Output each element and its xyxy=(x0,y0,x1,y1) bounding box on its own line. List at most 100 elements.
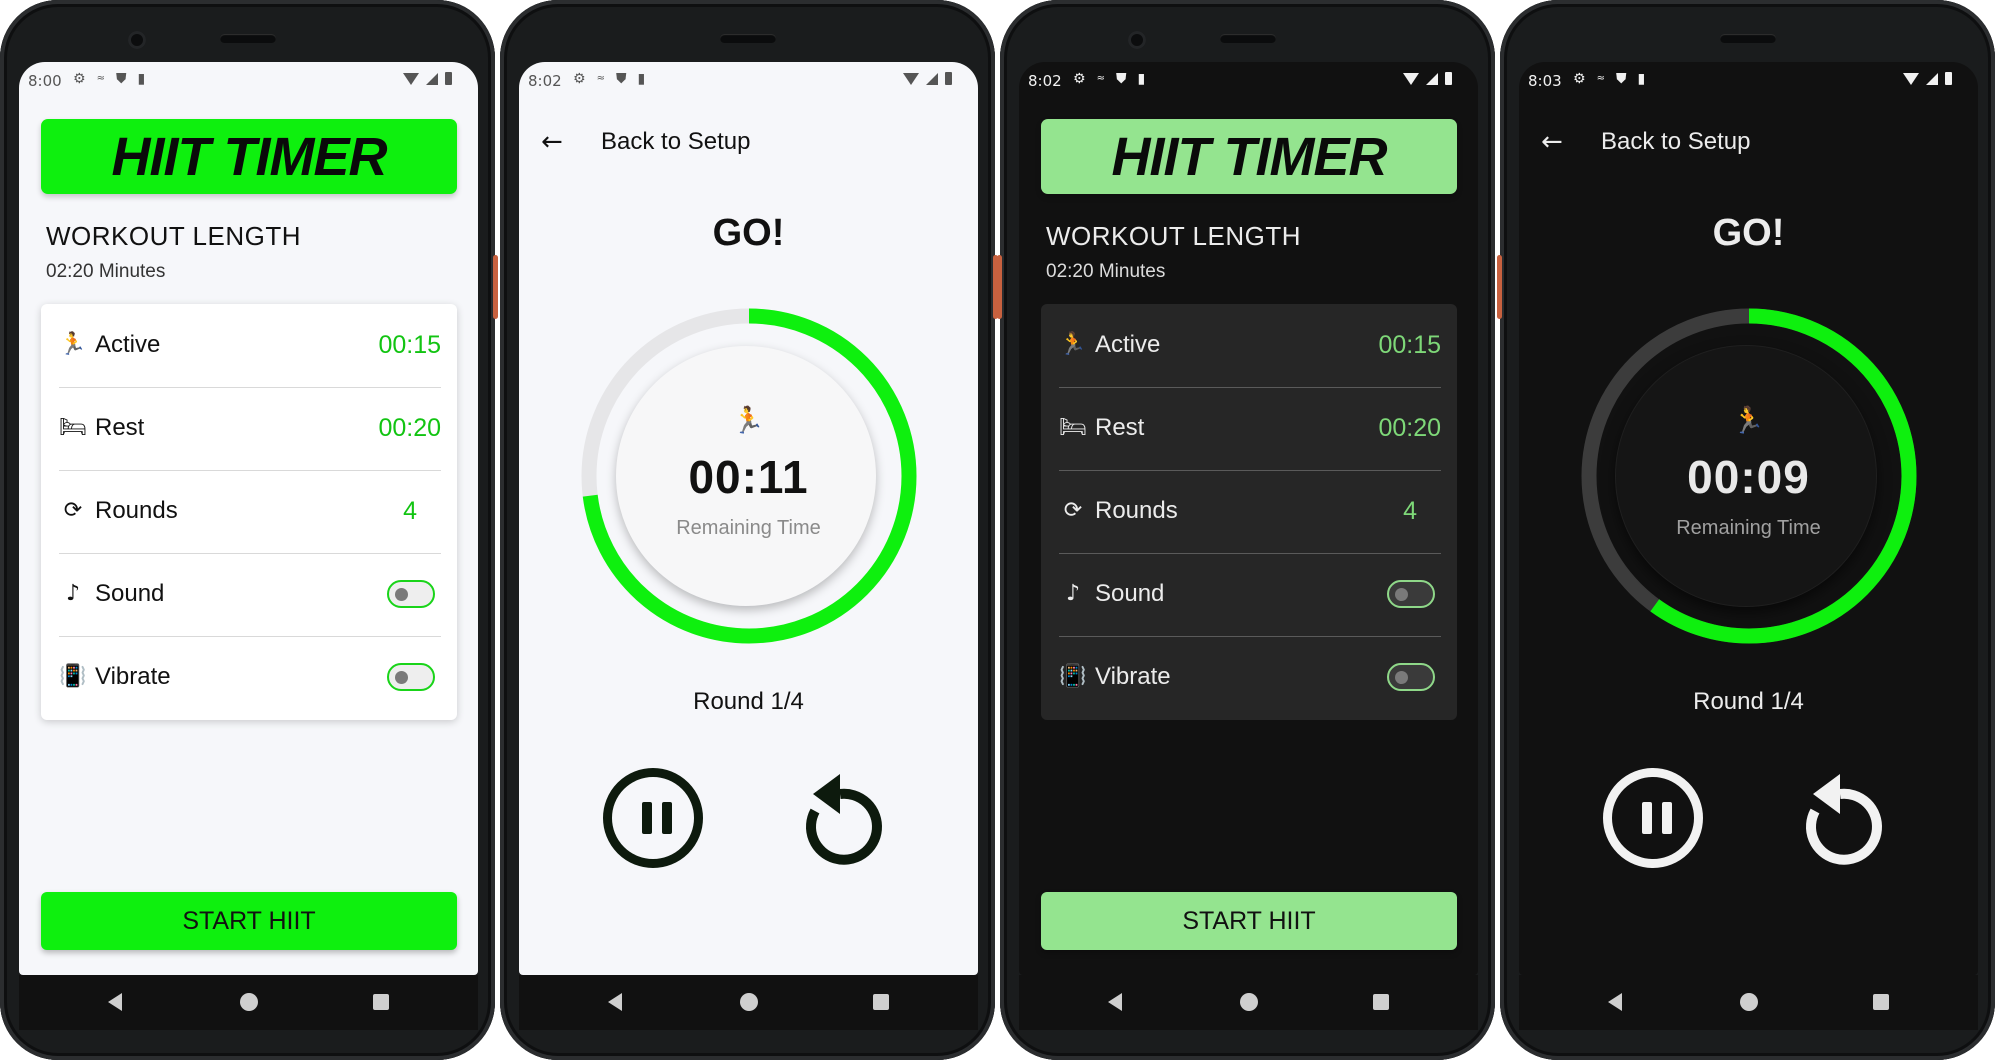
nav-back-icon[interactable] xyxy=(608,993,622,1011)
back-label: Back to Setup xyxy=(1601,128,1751,155)
setting-value[interactable]: 00:20 xyxy=(1378,413,1441,443)
toggle-knob xyxy=(1395,588,1408,601)
nav-home-icon[interactable] xyxy=(1740,993,1758,1011)
start-hiit-button[interactable]: START HIIT xyxy=(41,892,457,950)
workout-length-value: 02:20 Minutes xyxy=(46,261,166,282)
sync-icon: ≈ xyxy=(596,73,605,84)
sync-icon: ≈ xyxy=(1096,73,1105,84)
phase-label: GO! xyxy=(1712,212,1785,254)
remaining-time-value: 00:11 xyxy=(688,451,809,503)
signal-icon xyxy=(1426,72,1438,85)
nav-recents-icon[interactable] xyxy=(1373,994,1389,1010)
status-time: 8:00 xyxy=(28,72,62,90)
battery-icon xyxy=(945,72,952,85)
phone-setup-dark: 8:02 ⚙ ≈ ⛊ ▮ HIIT TIMER WORKOUT LENGTH 0… xyxy=(997,0,1495,1060)
setting-label: Active xyxy=(95,331,161,358)
vibrate-icon: 📳 xyxy=(59,664,87,689)
system-nav-bar xyxy=(519,975,978,1030)
system-nav-bar xyxy=(1519,975,1978,1030)
setting-label: Vibrate xyxy=(1095,663,1171,690)
nav-back-icon[interactable] xyxy=(1608,993,1622,1011)
setting-value[interactable]: 00:20 xyxy=(378,413,441,443)
setting-row-sound[interactable]: ♪ Sound xyxy=(59,553,441,636)
signal-icon xyxy=(426,72,438,85)
phase-label: GO! xyxy=(712,212,785,254)
status-bar: 8:00 ⚙ ≈ ⛊ ▮ xyxy=(19,62,478,98)
remaining-time-label: Remaining Time xyxy=(1676,517,1821,539)
setting-label: Sound xyxy=(95,580,165,607)
reset-button[interactable] xyxy=(1785,764,1895,874)
gear-icon: ⚙ xyxy=(1073,71,1086,87)
setting-row-active[interactable]: 🏃 Active 00:15 xyxy=(59,304,441,387)
pause-button[interactable] xyxy=(603,768,703,868)
vibrate-toggle[interactable] xyxy=(387,663,435,691)
sync-icon: ≈ xyxy=(96,73,105,84)
sd-card-icon: ▮ xyxy=(1637,71,1646,87)
nav-recents-icon[interactable] xyxy=(373,994,389,1010)
phone-timer-dark: 8:03 ⚙ ≈ ⛊ ▮ ← Back to Setup GO! 🏃 00:09 xyxy=(1497,0,1995,1060)
workout-length-label: WORKOUT LENGTH xyxy=(46,221,301,251)
pause-icon xyxy=(1662,802,1672,834)
signal-icon xyxy=(926,72,938,85)
start-hiit-button[interactable]: START HIIT xyxy=(1041,892,1457,950)
workout-length-value: 02:20 Minutes xyxy=(1046,261,1166,282)
sd-card-icon: ▮ xyxy=(1137,71,1146,87)
toggle-knob xyxy=(1395,671,1408,684)
vibrate-toggle[interactable] xyxy=(1387,663,1435,691)
battery-icon xyxy=(1945,72,1952,85)
nav-recents-icon[interactable] xyxy=(873,994,889,1010)
wifi-icon xyxy=(403,72,419,85)
nav-recents-icon[interactable] xyxy=(1873,994,1889,1010)
setting-row-sound[interactable]: ♪ Sound xyxy=(1059,553,1441,636)
shield-icon: ⛊ xyxy=(115,71,127,87)
setting-value[interactable]: 4 xyxy=(1403,496,1417,526)
round-indicator: Round 1/4 xyxy=(693,688,804,715)
sync-icon: ≈ xyxy=(1596,73,1605,84)
wifi-icon xyxy=(903,72,919,85)
phone-timer-light: 8:02 ⚙ ≈ ⛊ ▮ ← Back to Setup GO! 🏃 00:11 xyxy=(500,0,998,1060)
music-note-icon: ♪ xyxy=(1065,581,1081,606)
status-time: 8:02 xyxy=(528,72,562,90)
repeat-icon: ⟳ xyxy=(1063,498,1083,523)
nav-back-icon[interactable] xyxy=(1108,993,1122,1011)
front-camera xyxy=(1128,31,1146,49)
back-to-setup-button[interactable]: ← Back to Setup xyxy=(1541,122,1750,162)
remaining-time-label: Remaining Time xyxy=(676,517,821,539)
sd-card-icon: ▮ xyxy=(137,71,146,87)
setting-row-vibrate[interactable]: 📳 Vibrate xyxy=(1059,636,1441,719)
pause-button[interactable] xyxy=(1603,768,1703,868)
signal-icon xyxy=(1926,72,1938,85)
app-title-banner: HIIT TIMER xyxy=(41,119,457,194)
pause-icon xyxy=(1642,802,1652,834)
nav-home-icon[interactable] xyxy=(740,993,758,1011)
resting-icon: 🛏 xyxy=(59,415,87,440)
nav-back-icon[interactable] xyxy=(108,993,122,1011)
system-nav-bar xyxy=(19,975,478,1030)
nav-home-icon[interactable] xyxy=(1240,993,1258,1011)
setting-label: Rest xyxy=(95,414,145,441)
timer-screen: 8:03 ⚙ ≈ ⛊ ▮ ← Back to Setup GO! 🏃 00:09 xyxy=(1519,62,1978,975)
settings-card: 🏃 Active 00:15 🛏 Rest 00:20 ⟳ Rounds 4 ♪… xyxy=(41,304,457,720)
setting-row-vibrate[interactable]: 📳 Vibrate xyxy=(59,636,441,719)
setting-value[interactable]: 4 xyxy=(403,496,417,526)
status-bar: 8:02 ⚙ ≈ ⛊ ▮ xyxy=(519,62,978,98)
setting-row-rest[interactable]: 🛏 Rest 00:20 xyxy=(1059,387,1441,470)
back-to-setup-button[interactable]: ← Back to Setup xyxy=(541,122,750,162)
setting-value[interactable]: 00:15 xyxy=(1378,330,1441,360)
sound-toggle[interactable] xyxy=(1387,580,1435,608)
setting-row-rounds[interactable]: ⟳ Rounds 4 xyxy=(1059,470,1441,553)
setting-row-active[interactable]: 🏃 Active 00:15 xyxy=(1059,304,1441,387)
nav-home-icon[interactable] xyxy=(240,993,258,1011)
remaining-time-value: 00:09 xyxy=(1687,451,1810,503)
status-bar: 8:03 ⚙ ≈ ⛊ ▮ xyxy=(1519,62,1978,98)
reset-button[interactable] xyxy=(785,764,895,874)
toggle-knob xyxy=(395,588,408,601)
setting-row-rest[interactable]: 🛏 Rest 00:20 xyxy=(59,387,441,470)
speaker-grille xyxy=(219,34,276,43)
setting-row-rounds[interactable]: ⟳ Rounds 4 xyxy=(59,470,441,553)
reset-icon xyxy=(806,788,882,865)
arrow-left-icon: ← xyxy=(541,127,563,157)
setting-value[interactable]: 00:15 xyxy=(378,330,441,360)
volume-button xyxy=(493,255,498,319)
sound-toggle[interactable] xyxy=(387,580,435,608)
